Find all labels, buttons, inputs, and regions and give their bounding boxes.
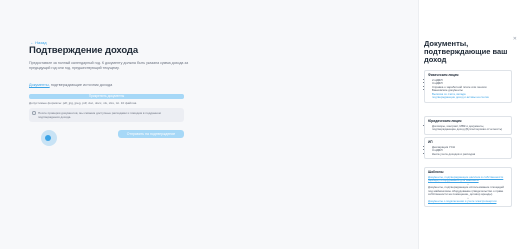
template-link[interactable]: Документы о подключении и учете электроэ… <box>428 200 508 204</box>
notice-text: После проверки документов, мы сможем дос… <box>38 111 161 119</box>
section-title: ИП <box>428 140 433 144</box>
section-list: Договоры, контракт, МВК и документы, под… <box>428 124 508 132</box>
list-item: Книга учета доходов и расходов <box>432 152 508 157</box>
send-for-confirmation-button[interactable]: Отправить на подтверждение <box>118 130 184 138</box>
info-icon <box>32 111 36 115</box>
documents-link[interactable]: Документы, <box>29 83 50 87</box>
sub-link[interactable]: подтверждающие доход и активы на счетах <box>428 95 508 99</box>
attach-documents-button[interactable]: Прикрепить документы <box>29 94 184 99</box>
main-content: ← Назад Подтверждение дохода Предоставьт… <box>0 0 418 249</box>
section-title: Физическим лицам <box>428 73 459 77</box>
section-title: Шаблоны <box>428 170 444 174</box>
section-list: Декларация УСН 3-НДФЛ Книга учета доходо… <box>428 145 508 157</box>
allowed-formats-text: Допустимые форматы: pdf, jpg, jpeg, pdf,… <box>29 101 138 105</box>
list-item: Договоры, контракт, МВК и документы, под… <box>432 124 508 132</box>
panel-title: Документы, подтверждающие ваш доход <box>424 39 508 64</box>
notice-box: После проверки документов, мы сможем дос… <box>29 108 184 122</box>
section-title: Юридическим лицам <box>428 119 462 123</box>
section-card-entrepreneurs: ИП Декларация УСН 3-НДФЛ Книга учета дох… <box>424 137 512 160</box>
section-card-templates: Шаблоны Документы, подтверждающие наличи… <box>424 167 512 207</box>
documents-side-panel: ✕ Документы, подтверждающие ваш доход Фи… <box>418 0 520 249</box>
page-title: Подтверждение дохода <box>29 45 139 56</box>
documents-line: Документы, подтверждающие источник доход… <box>29 83 112 87</box>
documents-link-suffix: подтверждающие источник дохода <box>49 83 113 87</box>
intro-text: Предоставьте за полный календарный год. … <box>29 61 189 70</box>
section-card-legal-entities: Юридическим лицам Договоры, контракт, МВ… <box>424 116 512 135</box>
section-card-individuals: Физическим лицам 2-НДФЛ 3-НДФЛ Справка о… <box>424 70 512 103</box>
cursor-dot <box>45 135 51 141</box>
section-list: 2-НДФЛ 3-НДФЛ Справка о заработной плате… <box>428 78 508 93</box>
